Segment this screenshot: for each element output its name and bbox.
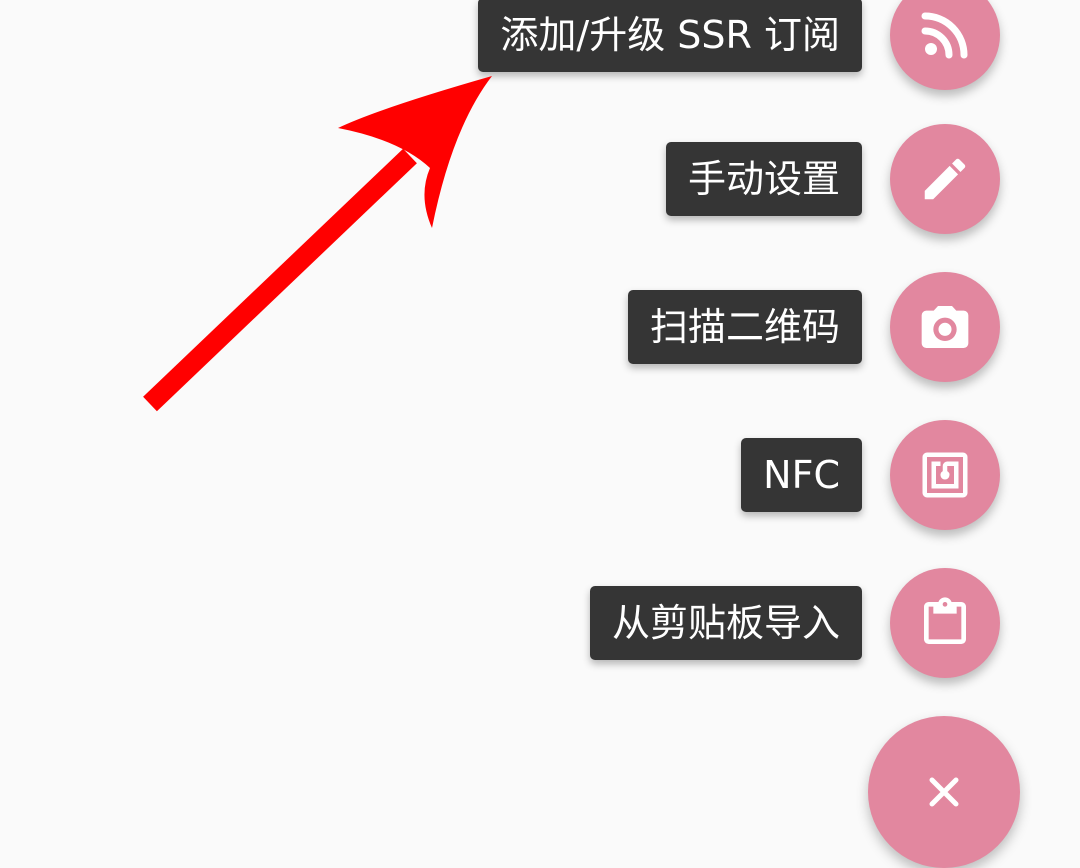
close-icon	[924, 772, 964, 816]
menu-item-import-clipboard[interactable]: 从剪贴板导入	[0, 568, 1080, 678]
menu-item-label[interactable]: 从剪贴板导入	[589, 586, 862, 660]
close-menu-button[interactable]	[868, 716, 1020, 868]
menu-item-label[interactable]: 扫描二维码	[627, 290, 862, 364]
menu-item-label[interactable]: 手动设置	[665, 142, 862, 216]
menu-item-scan-qr[interactable]: 扫描二维码	[0, 272, 1080, 382]
nfc-button[interactable]	[890, 420, 1000, 530]
scan-qr-button[interactable]	[890, 272, 1000, 382]
nfc-icon	[918, 448, 972, 502]
clipboard-icon	[917, 595, 973, 651]
menu-item-add-subscription[interactable]: 添加/升级 SSR 订阅	[0, 0, 1080, 90]
menu-item-nfc[interactable]: NFC	[0, 420, 1080, 530]
manual-settings-button[interactable]	[890, 124, 1000, 234]
camera-icon	[917, 299, 973, 355]
import-clipboard-button[interactable]	[890, 568, 1000, 678]
pencil-icon	[918, 152, 972, 206]
fab-speed-dial-menu: 添加/升级 SSR 订阅 手动设置 扫描二维码 NFC 从剪贴板导入	[0, 0, 1080, 868]
rss-icon	[921, 11, 969, 59]
menu-item-label[interactable]: NFC	[741, 438, 862, 512]
menu-item-manual-settings[interactable]: 手动设置	[0, 124, 1080, 234]
menu-item-label[interactable]: 添加/升级 SSR 订阅	[478, 0, 862, 72]
add-subscription-button[interactable]	[890, 0, 1000, 90]
